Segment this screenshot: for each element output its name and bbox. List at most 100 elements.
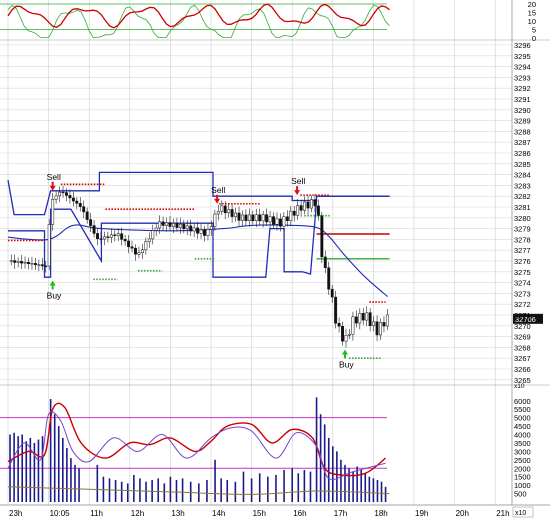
candle-body [375, 321, 379, 336]
x-tick-label: 10:05 [50, 509, 71, 518]
x-tick-label: 15h [253, 509, 266, 518]
candle-body [227, 209, 231, 214]
chart-background [0, 0, 550, 519]
candle-body [385, 314, 389, 327]
candle-body [178, 223, 182, 228]
corner-label: x10 [515, 510, 526, 517]
price-tick-label: 3287 [514, 138, 531, 147]
candle-body [92, 225, 96, 234]
candle-body [13, 260, 17, 263]
candle-body [158, 221, 162, 229]
candle-body [203, 229, 206, 236]
candle-body [65, 192, 68, 196]
candle-body [292, 210, 296, 216]
price-tick-label: 3281 [514, 203, 531, 212]
candle-body [82, 206, 86, 213]
price-tick-label: 3292 [514, 84, 531, 93]
candle-body [344, 335, 348, 342]
candle-body [185, 225, 189, 230]
candle-body [382, 322, 386, 327]
chart: Buy Sell Sell Sell Buy 32706 x10 23h 10:05 11h 1… [0, 0, 550, 519]
price-tick-label: 3273 [514, 289, 531, 298]
buy-signal-label: Buy [47, 290, 62, 300]
candle-body [23, 261, 27, 264]
candle-body [320, 215, 324, 258]
candle-body [347, 333, 351, 336]
candle-body [27, 261, 30, 264]
candle-body [313, 199, 317, 207]
candle-body [299, 205, 303, 211]
x-tick-label: 14h [212, 509, 225, 518]
candle-body [310, 199, 313, 209]
x-tick-label: 11h [90, 509, 103, 518]
candle-body [182, 223, 186, 230]
candle-body [241, 214, 244, 221]
candle-body [330, 288, 334, 298]
buy-signal-label: Buy [339, 360, 354, 370]
price-tick-label: 3271 [514, 311, 531, 320]
candle-body [168, 222, 172, 227]
candle-body [85, 211, 89, 220]
candle-body [261, 214, 265, 222]
price-tick-label: 3265 [514, 376, 531, 385]
candle-body [354, 316, 358, 324]
price-tick-label: 3283 [514, 181, 531, 190]
sell-signal-label: Sell [211, 185, 225, 195]
candle-body [268, 216, 272, 223]
x-tick-label: 23h [9, 509, 22, 518]
candle-body [61, 191, 65, 194]
candle-body [16, 261, 20, 263]
candle-body [323, 256, 327, 268]
price-tick-label: 3276 [514, 257, 531, 266]
candle-body [206, 229, 210, 236]
candle-body [96, 233, 99, 239]
price-tick-label: 3270 [514, 322, 531, 331]
candle-body [289, 210, 293, 222]
candle-body [20, 261, 24, 264]
candle-body [78, 203, 82, 207]
candle-body [58, 191, 62, 197]
candle-body [278, 218, 282, 227]
price-tick-label: 3266 [514, 365, 531, 374]
candle-body [130, 246, 134, 249]
candle-body [89, 219, 93, 226]
price-tick-label: 3289 [514, 117, 531, 126]
price-tick-label: 3272 [514, 300, 531, 309]
x-tick-label: 21h [496, 509, 509, 518]
candle-body [251, 214, 255, 222]
candle-body [282, 216, 286, 227]
candle-body [358, 313, 362, 324]
price-tick-label: 3268 [514, 343, 531, 352]
price-tick-label: 3288 [514, 127, 531, 136]
candle-body [137, 252, 141, 255]
candle-body [220, 205, 224, 212]
candle-body [147, 238, 151, 242]
price-tick-label: 3296 [514, 41, 531, 50]
chart-canvas: BuySellSellSellBuy32706 x10 23h 10:05 11h 1… [0, 0, 550, 519]
candle-body [237, 212, 241, 221]
price-tick-label: 3274 [514, 279, 531, 288]
candle-body [303, 201, 307, 211]
candle-body [247, 214, 251, 221]
candle-body [337, 323, 341, 327]
candle-body [165, 222, 168, 226]
x-tick-label: 19h [415, 509, 428, 518]
candle-body [192, 227, 196, 232]
candle-body [40, 264, 44, 267]
candle-body [341, 326, 344, 342]
price-tick-label: 3275 [514, 268, 531, 277]
candle-body [161, 221, 165, 226]
candle-body [140, 249, 144, 253]
x-tick-label: 13h [171, 509, 184, 518]
candle-body [51, 199, 55, 225]
candle-body [244, 214, 248, 221]
price-tick-label: 3280 [514, 214, 531, 223]
candle-body [223, 205, 227, 214]
x-tick-label: 17h [334, 509, 347, 518]
price-tick-label: 3290 [514, 106, 531, 115]
candle-body [306, 201, 310, 209]
price-tick-label: 3278 [514, 235, 531, 244]
price-tick-label: 3295 [514, 52, 531, 61]
candle-body [134, 247, 137, 255]
candle-body [230, 209, 234, 217]
